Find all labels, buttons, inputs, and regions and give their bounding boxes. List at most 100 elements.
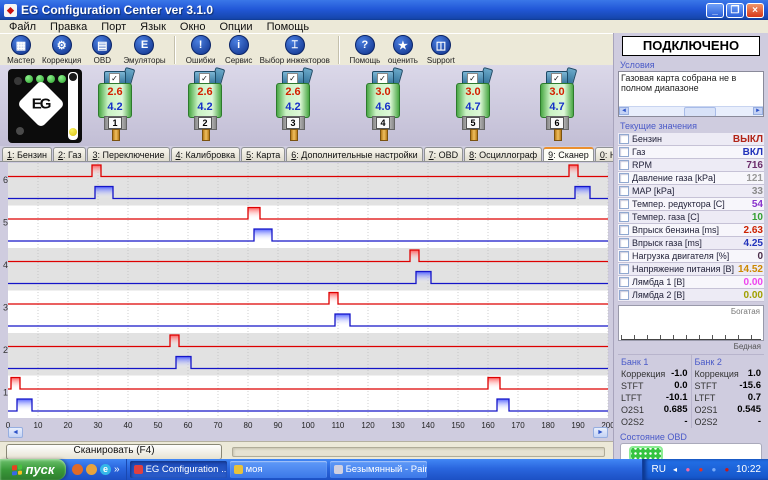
injector-number: 1	[108, 117, 122, 129]
correction-icon: ⚙	[52, 35, 72, 55]
injector-base: 1	[104, 116, 127, 130]
toolbar-emulators-button[interactable]: E Эмуляторы	[123, 35, 165, 65]
language-indicator[interactable]: RU	[652, 464, 666, 475]
quicklaunch-more-chevron[interactable]: »	[114, 464, 120, 475]
minimize-button[interactable]: _	[706, 3, 724, 18]
value-checkbox[interactable]	[619, 277, 629, 287]
bank-row: LTFT0.7	[695, 392, 762, 404]
conditions-scroll-thumb[interactable]	[684, 107, 716, 117]
menu-item-6[interactable]: Помощь	[260, 21, 317, 33]
obd-icon: ▤	[92, 35, 112, 55]
taskbar-task-0[interactable]: EG Configuration ...	[130, 461, 227, 478]
toolbar-rate-button[interactable]: ★ оценить	[386, 35, 420, 65]
tray-icon-1[interactable]: ●	[683, 465, 693, 475]
injector-body: 2.6 4.2	[188, 83, 222, 118]
tab-0[interactable]: 1: Бензин	[2, 147, 52, 161]
injector-5[interactable]: ✓ 3.0 4.7 5	[454, 71, 494, 143]
gas-injection-time: 4.2	[277, 100, 309, 114]
tray-icon-4[interactable]: ●	[722, 465, 732, 475]
menu-item-2[interactable]: Порт	[94, 21, 133, 33]
conditions-text[interactable]: Газовая карта собрана не в полном диапаз…	[618, 71, 764, 117]
bank-1: Банк 1 Коррекция-1.0STFT0.0LTFT-10.1O2S1…	[618, 355, 691, 428]
injector-number: 5	[466, 117, 480, 129]
toolbar-wizard-button[interactable]: ▦ Мастер	[4, 35, 38, 65]
status-led-3	[47, 75, 55, 83]
value-checkbox[interactable]	[619, 147, 629, 157]
bank-row: Коррекция1.0	[695, 368, 762, 380]
chart-horizontal-scrollbar[interactable]: ◄ ►	[8, 427, 608, 439]
close-button[interactable]: ×	[746, 3, 764, 18]
injector-body: 2.6 4.2	[276, 83, 310, 118]
svg-text:2: 2	[3, 345, 8, 355]
toolbar-injector-select-button[interactable]: ⌶ Выбор инжекторов	[260, 35, 330, 65]
value-checkbox[interactable]	[619, 173, 629, 183]
quicklaunch-icon-3[interactable]: e	[100, 464, 111, 475]
injector-4[interactable]: ✓ 3.0 4.6 4	[364, 71, 404, 143]
menu-item-1[interactable]: Правка	[43, 21, 94, 33]
toolbar-service-button[interactable]: i Сервис	[222, 35, 256, 65]
tab-2[interactable]: 3: Переключение	[87, 147, 169, 161]
value-checkbox[interactable]	[619, 238, 629, 248]
menu-item-0[interactable]: Файл	[2, 21, 43, 33]
value-checkbox[interactable]	[619, 225, 629, 235]
tab-8[interactable]: 9: Сканер	[543, 147, 594, 161]
injector-1[interactable]: ✓ 2.6 4.2 1	[96, 71, 136, 143]
tab-7[interactable]: 8: Осциллограф	[464, 147, 542, 161]
toolbar-correction-button[interactable]: ⚙ Коррекция	[42, 35, 81, 65]
injector-2[interactable]: ✓ 2.6 4.2 2	[186, 71, 226, 143]
tab-6[interactable]: 7: OBD	[424, 147, 464, 161]
tab-1[interactable]: 2: Газ	[53, 147, 86, 161]
value-row: Впрыск газа [ms] 4.25	[618, 237, 764, 250]
value-row: Нагрузка двигателя [%] 0	[618, 250, 764, 263]
tray-chevron-icon[interactable]: ◂	[670, 465, 680, 475]
injector-body: 3.0 4.6	[366, 83, 400, 118]
tab-5[interactable]: 6: Дополнительные настройки	[286, 147, 422, 161]
value-checkbox[interactable]	[619, 186, 629, 196]
toolbar-help-button[interactable]: ? Помощь	[348, 35, 382, 65]
petrol-injection-time: 3.0	[457, 84, 489, 100]
value-readout: ВЫКЛ	[733, 134, 763, 145]
tab-3[interactable]: 4: Калибровка	[171, 147, 241, 161]
value-row: MAP [kPa] 33	[618, 185, 764, 198]
toolbar-support-button[interactable]: ◫ Support	[424, 35, 458, 65]
tray-icon-2[interactable]: ●	[696, 465, 706, 475]
menu-item-3[interactable]: Язык	[133, 21, 173, 33]
injector-6[interactable]: ✓ 3.0 4.7 6	[538, 71, 578, 143]
quicklaunch-icon-2[interactable]	[86, 464, 97, 475]
restore-button[interactable]: ❐	[726, 3, 744, 18]
right-panel: ПОДКЛЮЧЕНО Условия Газовая карта собрана…	[613, 33, 768, 459]
value-checkbox[interactable]	[619, 160, 629, 170]
toolbar-errors-button[interactable]: ! Ошибки	[184, 35, 218, 65]
value-checkbox[interactable]	[619, 290, 629, 300]
menu-item-5[interactable]: Опции	[212, 21, 259, 33]
value-row: Лямбда 2 [B] 0.00	[618, 289, 764, 302]
quicklaunch-icon-1[interactable]	[72, 464, 83, 475]
value-checkbox[interactable]	[619, 134, 629, 144]
value-checkbox[interactable]	[619, 264, 629, 274]
taskbar-task-1[interactable]: моя	[230, 461, 327, 478]
scroll-right-icon[interactable]: ►	[593, 427, 608, 438]
conditions-scroll-right-icon[interactable]: ►	[753, 107, 763, 115]
menu-item-4[interactable]: Окно	[173, 21, 213, 33]
value-checkbox[interactable]	[619, 212, 629, 222]
bank-row: STFT-15.6	[695, 380, 762, 392]
start-button[interactable]: пуск	[0, 459, 66, 480]
scroll-left-icon[interactable]: ◄	[8, 427, 23, 438]
lambda-axis-ticks	[621, 335, 761, 340]
injector-nozzle-icon	[202, 129, 210, 141]
value-checkbox[interactable]	[619, 251, 629, 261]
conditions-scroll-left-icon[interactable]: ◄	[619, 107, 629, 115]
toolbar-obd-button[interactable]: ▤ OBD	[85, 35, 119, 65]
injector-body: 3.0 4.7	[540, 83, 574, 118]
task-icon	[234, 465, 243, 474]
bank-row: O2S2-	[621, 416, 688, 428]
petrol-injection-time: 2.6	[99, 84, 131, 100]
tray-icon-3[interactable]: ●	[709, 465, 719, 475]
value-checkbox[interactable]	[619, 199, 629, 209]
taskbar-task-2[interactable]: Безымянный - Paint	[330, 461, 427, 478]
scan-button[interactable]: Сканировать (F4)	[6, 444, 222, 460]
injector-body: 2.6 4.2	[98, 83, 132, 118]
injector-3[interactable]: ✓ 2.6 4.2 3	[274, 71, 314, 143]
tab-4[interactable]: 5: Карта	[241, 147, 285, 161]
conditions-scrollbar[interactable]: ◄ ►	[619, 106, 763, 116]
